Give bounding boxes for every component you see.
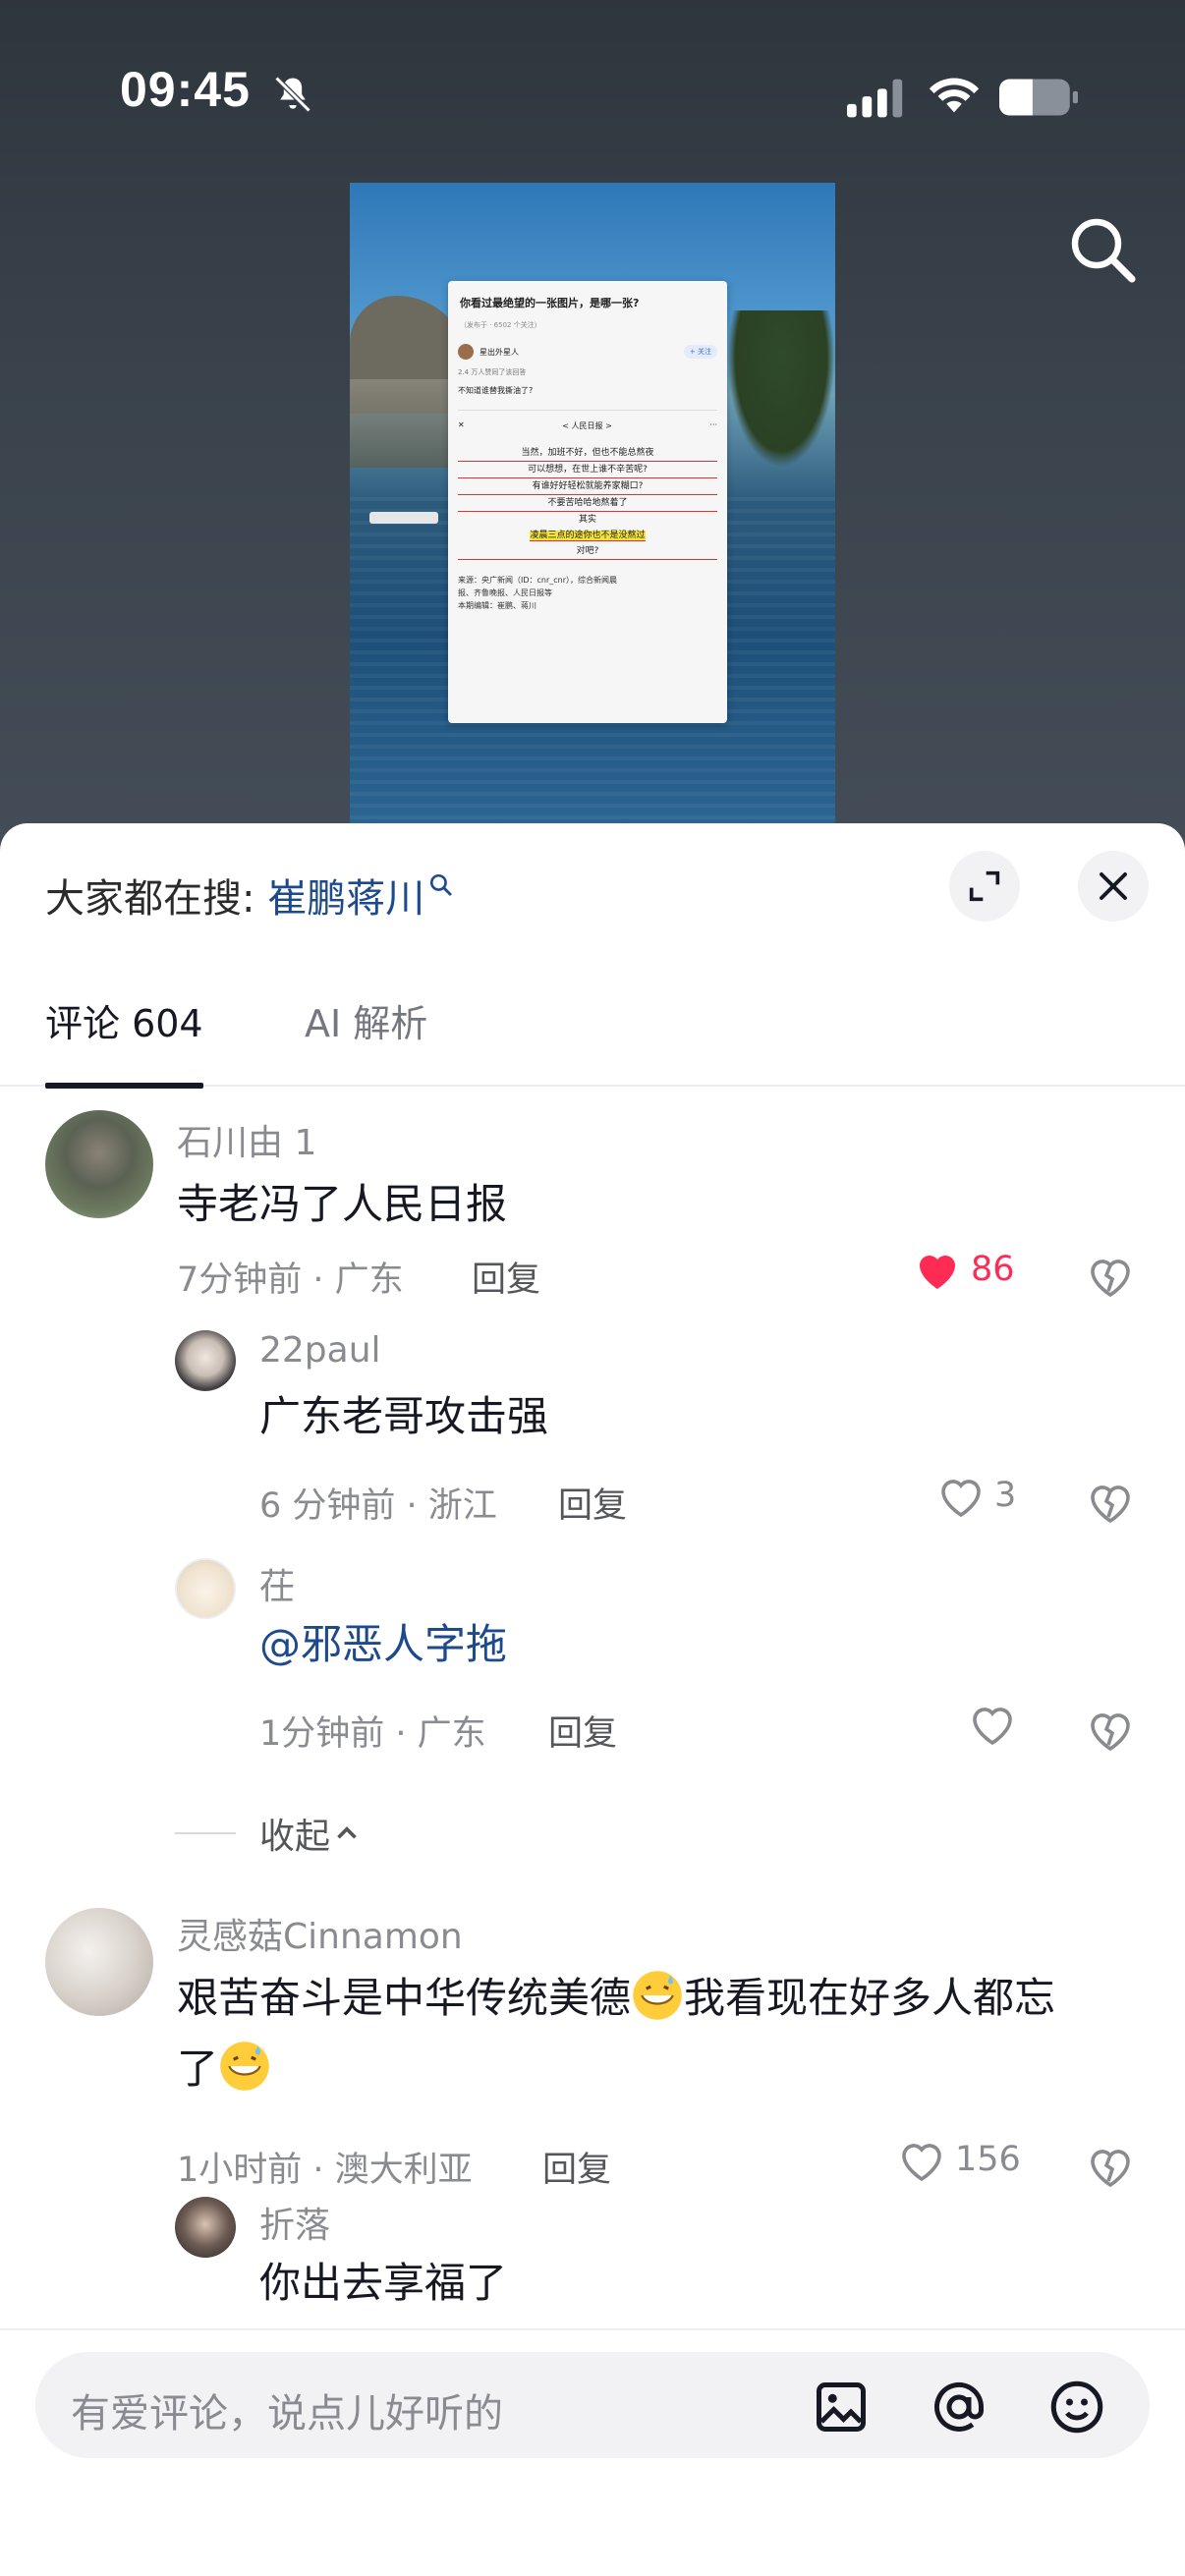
article-source-bar: ✕ < 人民日报 > ··· [458,410,717,431]
scenery-trees [727,310,835,468]
like-button[interactable]: 86 [914,1248,1015,1291]
more-icon: ··· [709,420,717,429]
reply-button[interactable]: 回复 [548,1706,617,1756]
avatar[interactable] [175,1330,236,1391]
close-button[interactable] [1078,851,1149,922]
avatar[interactable] [175,2197,236,2258]
search-small-icon [430,873,452,896]
grin-sweat-emoji-icon [220,2042,269,2091]
heart-icon [902,2144,941,2181]
like-button[interactable]: 3 [937,1474,1016,1517]
trending-search-prefix: 大家都在搜: [45,876,268,922]
video-thumbnail[interactable]: 你看过最绝望的一张图片，是哪一张? （发布于 · 6502 个关注） 星出外星人… [350,183,835,825]
comment-text: 艰苦奋斗是中华传统美德 我看现在好多人都忘 了 [177,1963,1055,2104]
grin-sweat-emoji-icon [633,1971,682,2020]
reply-button[interactable]: 回复 [542,2142,611,2192]
at-icon[interactable] [930,2378,988,2436]
footer-line: 来源：央广新闻（ID：cnr_cnr），综合新闻晨 [458,576,618,585]
quote-line: 当然，加班不好，但也不能总熬夜 [458,445,717,462]
article-footer: 来源：央广新闻（ID：cnr_cnr），综合新闻晨 报、齐鲁晚报、人民日报等 本… [458,574,717,612]
avatar[interactable] [175,1558,236,1619]
comment-text: 寺老冯了人民日报 [177,1180,508,1228]
comment-input-bar: 有爱评论，说点儿好听的 [0,2328,1185,2576]
expand-icon [969,870,1000,902]
comment-time-location: 7分钟前 · 广东 [177,1260,404,1300]
broken-heart-icon[interactable] [1087,1478,1134,1525]
like-count: 156 [955,2140,1021,2179]
like-count: 3 [994,1476,1017,1515]
avatar[interactable] [45,1110,153,1218]
reply-button[interactable]: 回复 [472,1252,540,1302]
reply-text: 广东老哥攻击强 [259,1392,549,1440]
reply-username[interactable]: 折落 [259,2197,330,2248]
emoji-icon[interactable] [1047,2378,1106,2436]
quote-line: 其实 [578,515,596,525]
article-follow-badge: + 关注 [683,345,717,359]
heart-icon [920,1256,955,1289]
comment-input[interactable]: 有爱评论，说点儿好听的 [35,2352,1150,2458]
article-author-name: 星出外星人 [480,347,519,357]
footer-line: 本期编辑：崔鹏、蒋川 [458,601,536,610]
signal-icon [847,79,903,118]
tab-comments[interactable]: 评论 604 [45,984,203,1089]
scenery-boat [369,512,438,524]
article-upvotes: 2.4 万人赞同了该回答 [458,368,527,376]
status-time: 09:45 [120,62,251,117]
quote-line: 凌晨三点的途你也不是没熬过 [530,531,646,541]
reply-button[interactable]: 回复 [558,1478,627,1528]
article-source-title: < 人民日报 > [562,421,612,430]
footer-line: 报、齐鲁晚报、人民日报等 [458,588,552,597]
article-line: 不知道谁替我撕油了? [458,386,534,395]
collapse-label: 收起 [259,1817,331,1857]
tab-ai-analysis[interactable]: AI 解析 [305,984,427,1087]
scenery-houses [350,379,458,468]
quote-line: 有谁好好轻松就能养家糊口? [458,478,717,495]
sheet-tabs: 评论 604 AI 解析 [0,984,1185,1089]
like-button[interactable]: 156 [898,2138,1021,2181]
comment-username[interactable]: 石川由 1 [177,1114,316,1165]
broken-heart-icon[interactable] [1087,2142,1134,2189]
bell-off-icon [274,76,311,113]
divider [175,1832,236,1834]
reply-text: 你出去享福了 [259,2259,508,2307]
reply-username[interactable]: 22paul [259,1330,381,1371]
article-author-avatar [458,344,474,360]
expand-button[interactable] [949,851,1020,922]
comment-input-placeholder: 有爱评论，说点儿好听的 [71,2391,503,2436]
article-meta: （发布于 · 6502 个关注） [460,321,541,329]
quote-line: 不要苦哈哈地熬着了 [458,495,717,512]
like-count: 86 [971,1250,1015,1289]
status-bar: 09:45 [0,0,1185,196]
broken-heart-icon[interactable] [1087,1252,1134,1299]
collapse-replies-button[interactable]: 收起 [175,1808,364,1859]
reply-username[interactable]: 茌 [259,1558,295,1609]
article-screenshot: 你看过最绝望的一张图片，是哪一张? （发布于 · 6502 个关注） 星出外星人… [448,281,727,723]
image-icon[interactable] [812,2378,871,2436]
like-button[interactable] [969,1702,1026,1745]
quote-line: 可以想想，在世上谁不辛苦呢? [458,462,717,478]
comments-sheet: 大家都在搜: 崔鹏蒋川 评论 604 AI 解析 石川由 1 寺老冯了人民日报 … [0,823,1185,2576]
chevron-up-icon [337,1826,357,1839]
trending-search-keyword[interactable]: 崔鹏蒋川 [267,876,424,922]
heart-icon [973,1708,1012,1745]
broken-heart-icon[interactable] [1087,1706,1134,1753]
reply-time-location: 6 分钟前 · 浙江 [259,1486,497,1526]
close-x-icon: ✕ [458,420,465,429]
reply-time-location: 1分钟前 · 广东 [259,1714,486,1754]
reply-mention-text[interactable]: @邪恶人字拖 [259,1609,507,1680]
battery-icon [999,79,1078,116]
comment-time-location: 1小时前 · 澳大利亚 [177,2151,473,2190]
article-title: 你看过最绝望的一张图片，是哪一张? [460,297,640,309]
trending-search[interactable]: 大家都在搜: 崔鹏蒋川 [45,867,454,924]
close-icon [1100,872,1127,900]
avatar[interactable] [45,1908,153,2016]
wifi-icon [929,78,980,113]
search-icon[interactable] [1063,210,1142,289]
quote-line: 对吧? [458,543,717,560]
comment-username[interactable]: 灵感菇Cinnamon [177,1908,463,1959]
article-quote: 当然，加班不好，但也不能总熬夜 可以想想，在世上谁不辛苦呢? 有谁好好轻松就能养… [458,445,717,560]
heart-icon [941,1480,981,1517]
article-author-row: 星出外星人 + 关注 [458,344,717,360]
